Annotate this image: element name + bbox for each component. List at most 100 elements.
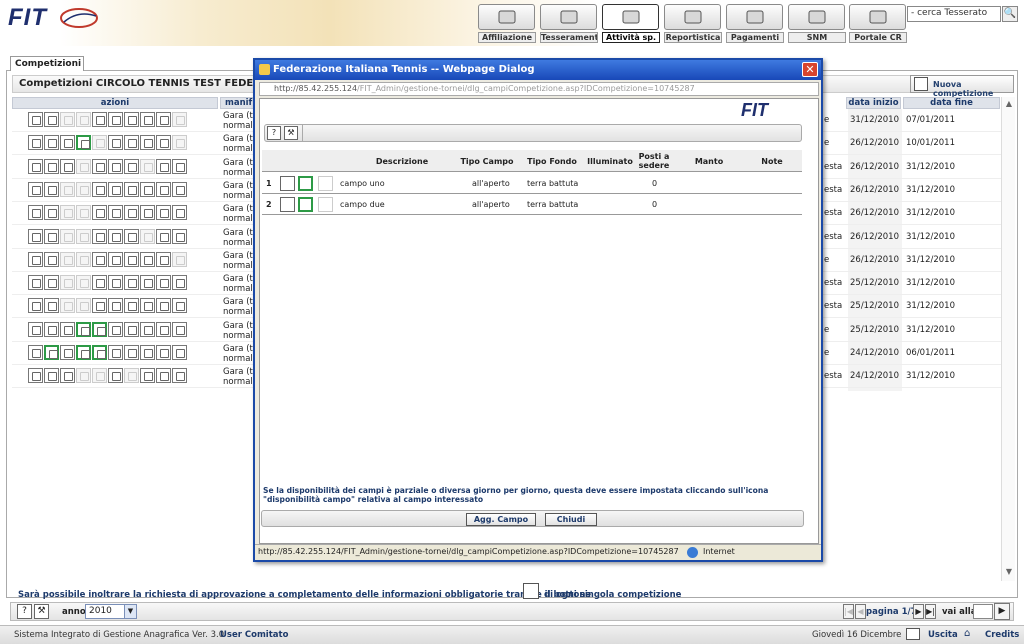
cancel-icon[interactable]: [172, 228, 187, 244]
court-icon[interactable]: [60, 135, 75, 151]
user-icon[interactable]: [44, 345, 59, 360]
nav-snm[interactable]: SNM: [788, 4, 846, 44]
delete-icon[interactable]: [156, 158, 171, 174]
edit-icon[interactable]: [28, 205, 43, 221]
delete-campo-icon[interactable]: [318, 176, 333, 191]
tools-icon[interactable]: ⚒: [34, 604, 49, 619]
edit-icon[interactable]: [28, 275, 43, 291]
key-icon[interactable]: [124, 158, 139, 174]
cancel-icon[interactable]: [172, 345, 187, 360]
cancel-icon[interactable]: [172, 135, 187, 151]
cancel-icon[interactable]: [172, 298, 187, 314]
user-icon[interactable]: [44, 321, 59, 337]
ball-icon[interactable]: [76, 181, 91, 197]
card-icon[interactable]: [540, 4, 597, 30]
edit-icon[interactable]: [28, 112, 43, 127]
cancel-icon[interactable]: [172, 321, 187, 337]
document-icon[interactable]: [140, 112, 155, 127]
dialog-help-icon[interactable]: ?: [267, 126, 281, 140]
court-icon[interactable]: [60, 298, 75, 314]
nav-portale-cr[interactable]: Portale CR: [849, 4, 907, 44]
nav-reportistica[interactable]: Reportistica: [664, 4, 722, 44]
edit-icon[interactable]: [28, 321, 43, 337]
print-icon[interactable]: [108, 112, 123, 127]
col-header-data-fine[interactable]: data fine: [903, 97, 1000, 109]
goto-page-button[interactable]: ▶: [994, 603, 1010, 620]
col-header-data-inizio[interactable]: data inizio: [846, 97, 901, 109]
ball-icon[interactable]: [76, 228, 91, 244]
ball-icon[interactable]: [76, 275, 91, 291]
print-icon[interactable]: [108, 181, 123, 197]
delete-icon[interactable]: [156, 368, 171, 384]
print-icon[interactable]: [108, 275, 123, 291]
document-icon[interactable]: [140, 345, 155, 360]
delete-icon[interactable]: [156, 205, 171, 221]
print-icon[interactable]: [108, 251, 123, 267]
user-icon[interactable]: [44, 228, 59, 244]
user-icon[interactable]: [44, 298, 59, 314]
scroll-up-icon[interactable]: ▲: [1003, 99, 1015, 111]
cancel-icon[interactable]: [172, 251, 187, 267]
delete-icon[interactable]: [156, 135, 171, 151]
delete-icon[interactable]: [156, 275, 171, 291]
ball-icon[interactable]: [76, 368, 91, 384]
document-icon[interactable]: [140, 158, 155, 174]
key-icon[interactable]: [124, 298, 139, 314]
delete-icon[interactable]: [156, 321, 171, 337]
edit-icon[interactable]: [28, 181, 43, 197]
document-icon[interactable]: [140, 298, 155, 314]
home-icon[interactable]: ⌂: [964, 628, 970, 639]
col-header-manifestazione[interactable]: manif: [220, 97, 256, 109]
document-icon[interactable]: [140, 275, 155, 291]
racket-icon[interactable]: [92, 135, 107, 151]
edit-icon[interactable]: [28, 228, 43, 244]
ball-icon[interactable]: [602, 4, 659, 30]
racket-icon[interactable]: [92, 228, 107, 244]
prev-page-icon[interactable]: ◀: [855, 604, 866, 619]
edit-icon[interactable]: [28, 135, 43, 151]
campo-row[interactable]: 1 campo uno all'aperto terra battuta 0: [262, 173, 802, 194]
help-icon[interactable]: ?: [17, 604, 32, 619]
user-icon[interactable]: [44, 275, 59, 291]
racket-icon[interactable]: [92, 251, 107, 267]
court-icon[interactable]: [60, 368, 75, 384]
report-icon[interactable]: [664, 4, 721, 30]
cancel-icon[interactable]: [172, 275, 187, 291]
next-page-icon[interactable]: ▶: [913, 604, 924, 619]
court-icon[interactable]: [60, 228, 75, 244]
racket-icon[interactable]: [92, 181, 107, 197]
edit-icon[interactable]: [28, 368, 43, 384]
dialog-tools-icon[interactable]: ⚒: [284, 126, 298, 140]
anno-select[interactable]: 2010 ▼: [85, 604, 137, 619]
cancel-icon[interactable]: [172, 368, 187, 384]
court-icon[interactable]: [60, 321, 75, 337]
racket-icon[interactable]: [92, 205, 107, 221]
key-icon[interactable]: [124, 112, 139, 127]
court-icon[interactable]: [60, 181, 75, 197]
court-icon[interactable]: [60, 112, 75, 127]
delete-icon[interactable]: [156, 228, 171, 244]
print-icon[interactable]: [108, 135, 123, 151]
dialog-close-button[interactable]: ✕: [802, 62, 818, 77]
ball-icon[interactable]: [76, 158, 91, 174]
edit-icon[interactable]: [28, 158, 43, 174]
key-icon[interactable]: [124, 135, 139, 151]
print-icon[interactable]: [108, 298, 123, 314]
nav-tesseramento[interactable]: Tesseramento: [540, 4, 598, 44]
cancel-icon[interactable]: [172, 158, 187, 174]
document-icon[interactable]: [140, 205, 155, 221]
key-icon[interactable]: [124, 275, 139, 291]
delete-campo-icon[interactable]: [318, 197, 333, 212]
cancel-icon[interactable]: [172, 205, 187, 221]
cancel-icon[interactable]: [172, 181, 187, 197]
court-icon[interactable]: [60, 275, 75, 291]
delete-icon[interactable]: [156, 345, 171, 360]
arrows-icon[interactable]: [478, 4, 535, 30]
ball-icon[interactable]: [76, 205, 91, 221]
last-page-icon[interactable]: ▶|: [925, 604, 936, 619]
delete-icon[interactable]: [156, 251, 171, 267]
disponibilita-campo-icon[interactable]: [298, 197, 313, 212]
ball-icon[interactable]: [76, 321, 91, 337]
edit-icon[interactable]: [28, 345, 43, 360]
print-icon[interactable]: [108, 368, 123, 384]
